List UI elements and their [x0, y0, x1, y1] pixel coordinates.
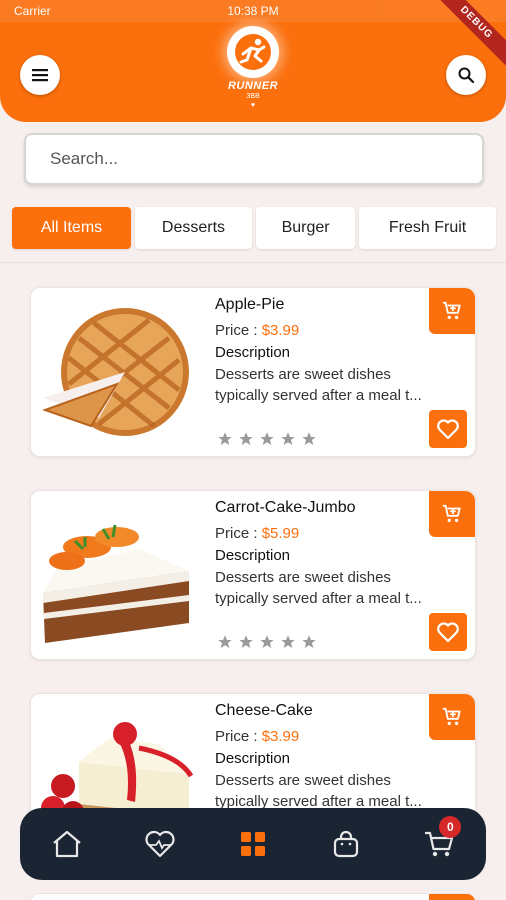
description-line: typically served after a meal t... — [215, 387, 422, 404]
product-card[interactable]: Apple-Pie Price : $3.99 Description Dess… — [30, 287, 476, 457]
heart-icon — [437, 419, 459, 440]
logo-subtitle: ЗВВ — [246, 93, 260, 100]
price-label: Price : — [215, 322, 262, 339]
category-tabs: All Items Desserts Burger Fresh Fruit — [12, 207, 496, 251]
tab-burger[interactable]: Burger — [256, 207, 356, 249]
cart-plus-icon — [442, 301, 461, 320]
bottom-navigation: 0 — [20, 808, 486, 880]
favorite-button[interactable] — [429, 410, 467, 448]
search-input[interactable] — [26, 135, 482, 183]
tab-fresh-fruit[interactable]: Fresh Fruit — [359, 207, 496, 249]
tab-desserts[interactable]: Desserts — [134, 207, 252, 249]
favorite-button[interactable] — [429, 613, 467, 651]
divider — [0, 262, 506, 263]
star-icon[interactable] — [238, 431, 254, 447]
product-price: $3.99 — [261, 728, 300, 745]
search-button[interactable] — [446, 55, 486, 95]
star-icon[interactable] — [301, 431, 317, 447]
logo-wordmark: RUNNER — [227, 80, 279, 92]
description-title: Description — [215, 547, 291, 564]
star-icon[interactable] — [217, 634, 233, 650]
price-label: Price : — [215, 525, 262, 542]
cart-plus-icon — [442, 504, 461, 523]
price-label: Price : — [215, 728, 262, 745]
favorites-icon — [145, 830, 175, 858]
nav-bag[interactable] — [322, 820, 370, 868]
product-description: Desserts are sweet dishes typically serv… — [215, 364, 469, 406]
search-icon — [458, 67, 475, 84]
star-icon[interactable] — [217, 431, 233, 447]
add-to-cart-button[interactable] — [429, 491, 475, 537]
tab-all-items[interactable]: All Items — [12, 207, 131, 249]
star-icon[interactable] — [259, 634, 275, 650]
add-to-cart-button[interactable] — [429, 288, 475, 334]
star-icon[interactable] — [280, 634, 296, 650]
product-card[interactable]: Carrot-Cake-Jumbo Price : $5.99 Descript… — [30, 490, 476, 660]
search-field[interactable] — [24, 133, 484, 185]
description-line: Desserts are sweet dishes — [215, 772, 391, 789]
product-price: $5.99 — [261, 525, 300, 542]
hamburger-icon — [32, 69, 48, 82]
grid-icon — [240, 832, 265, 856]
brand-logo: RUNNER ЗВВ ♥ — [223, 26, 283, 114]
add-to-cart-button[interactable] — [429, 894, 475, 900]
nav-home[interactable] — [43, 820, 91, 868]
description-line: Desserts are sweet dishes — [215, 366, 391, 383]
star-icon[interactable] — [259, 431, 275, 447]
bag-icon — [334, 830, 359, 858]
home-icon — [52, 830, 81, 858]
product-card[interactable] — [30, 893, 476, 900]
star-icon[interactable] — [280, 431, 296, 447]
carrot-cake-image — [43, 524, 189, 643]
app-header: RUNNER ЗВВ ♥ — [0, 22, 506, 122]
description-line: typically served after a meal t... — [215, 590, 422, 607]
apple-pie-image — [42, 308, 189, 436]
rating-stars[interactable] — [217, 634, 317, 650]
star-icon[interactable] — [238, 634, 254, 650]
product-price: $3.99 — [261, 322, 300, 339]
nav-cart[interactable]: 0 — [415, 816, 463, 868]
description-line: Desserts are sweet dishes — [215, 569, 391, 586]
product-description: Desserts are sweet dishes typically serv… — [215, 770, 469, 812]
menu-button[interactable] — [20, 55, 60, 95]
rating-stars[interactable] — [217, 431, 317, 447]
nav-menu-grid[interactable] — [229, 820, 277, 868]
logo-mark: ♥ — [250, 102, 256, 109]
star-icon[interactable] — [301, 634, 317, 650]
heart-icon — [437, 622, 459, 643]
nav-favorites[interactable] — [136, 820, 184, 868]
status-time: 10:38 PM — [227, 4, 279, 18]
add-to-cart-button[interactable] — [429, 694, 475, 740]
product-description: Desserts are sweet dishes typically serv… — [215, 567, 469, 609]
runner-logo-icon — [227, 26, 279, 78]
description-title: Description — [215, 750, 291, 767]
description-title: Description — [215, 344, 291, 361]
status-bar: Carrier 10:38 PM — [0, 0, 506, 22]
cart-count-badge: 0 — [439, 816, 462, 838]
cart-plus-icon — [442, 707, 461, 726]
